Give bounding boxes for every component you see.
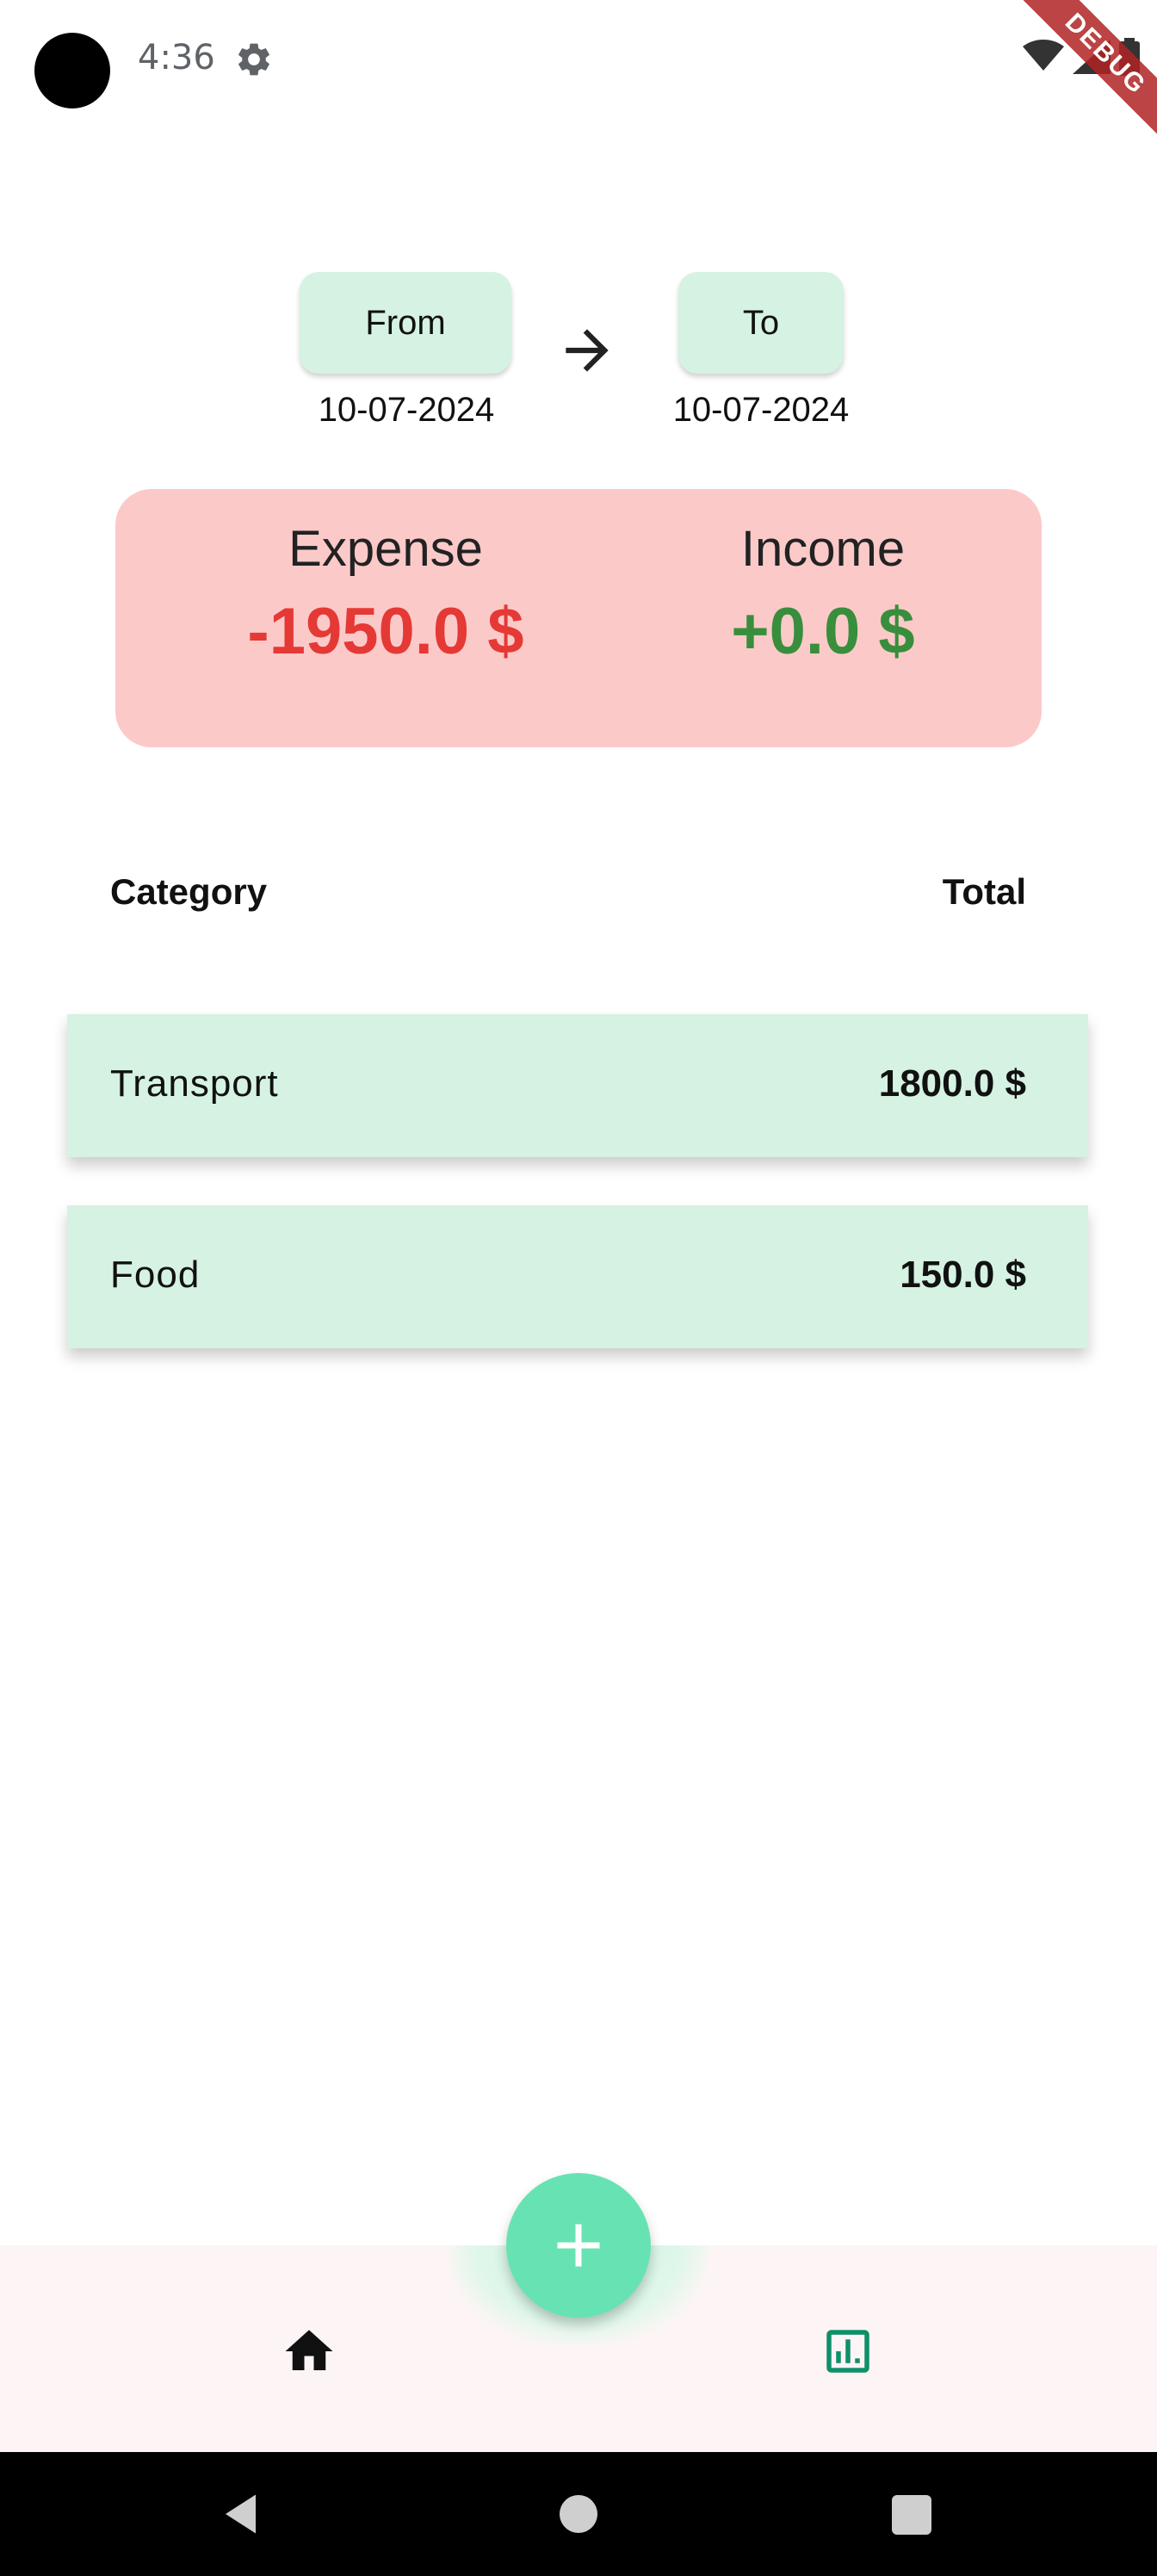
category-row[interactable]: Transport 1800.0 $ [67, 1014, 1088, 1157]
debug-banner: DEBUG [1002, 0, 1157, 155]
add-transaction-button[interactable] [506, 2173, 651, 2318]
status-time: 4:36 [138, 38, 215, 77]
recents-square-icon[interactable] [892, 2495, 931, 2535]
category-row[interactable]: Food 150.0 $ [67, 1205, 1088, 1348]
income-value: +0.0 $ [731, 595, 915, 668]
settings-icon [238, 43, 269, 76]
category-header: Category [110, 871, 268, 912]
row-category: Transport [110, 1062, 279, 1105]
row-total: 150.0 $ [900, 1254, 1026, 1296]
row-category: Food [110, 1254, 201, 1296]
home-circle-icon[interactable] [560, 2495, 597, 2533]
from-date-button[interactable]: From [300, 272, 511, 374]
arrow-right-icon [566, 329, 609, 372]
to-date-value: 10-07-2024 [672, 391, 850, 429]
expense-value: -1950.0 $ [247, 595, 524, 668]
to-date-button[interactable]: To [678, 272, 844, 374]
expense-tracker-screen: 4:36 DEBUG From 10-07-2024 To 10-07-2024… [0, 0, 1157, 2576]
income-title: Income [740, 521, 906, 577]
total-header: Total [942, 871, 1026, 912]
debug-label: DEBUG [1002, 0, 1157, 155]
to-label: To [742, 303, 780, 342]
bar-chart-icon[interactable] [820, 2323, 876, 2380]
camera-cutout [34, 33, 110, 108]
from-date-value: 10-07-2024 [318, 391, 495, 429]
row-total: 1800.0 $ [878, 1062, 1026, 1105]
back-icon[interactable] [217, 2488, 269, 2540]
expense-title: Expense [288, 521, 483, 577]
home-icon[interactable] [281, 2323, 337, 2380]
from-label: From [365, 303, 446, 342]
add-icon [557, 2224, 600, 2267]
